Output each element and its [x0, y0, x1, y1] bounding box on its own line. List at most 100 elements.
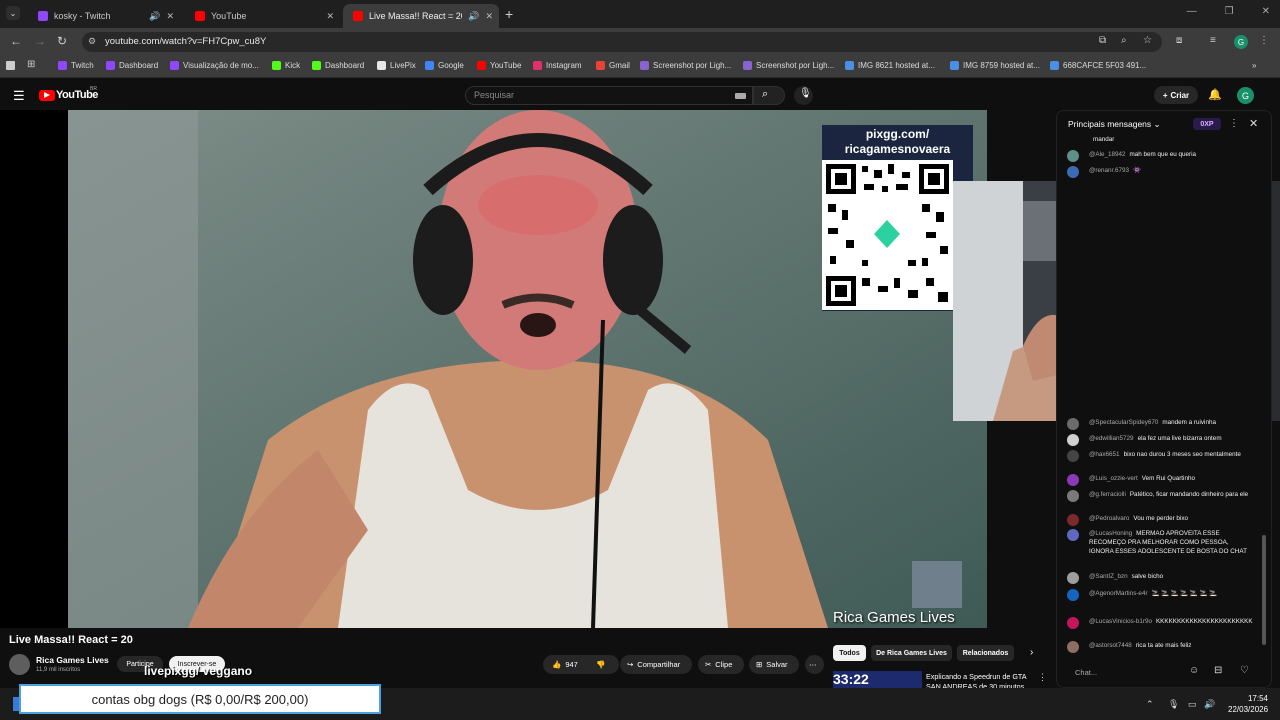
chat-author[interactable]: @edwillian5729	[1089, 435, 1134, 442]
chat-author-avatar[interactable]	[1067, 617, 1079, 629]
notifications-bell-icon[interactable]: 🔔	[1208, 88, 1222, 101]
tab-close-icon[interactable]: ✕	[166, 11, 174, 22]
recommendation-menu-icon[interactable]: ⋮	[1038, 672, 1047, 683]
extensions-icon[interactable]: ⧈	[1176, 35, 1182, 46]
chat-author-avatar[interactable]	[1067, 434, 1079, 446]
share-button[interactable]: ↪ Compartilhar	[627, 655, 680, 674]
chat-message[interactable]: @SantIZ_bzn salve bicho	[1067, 572, 1249, 584]
bookmark-item[interactable]: Screenshot por Ligh...	[640, 61, 731, 70]
bookmark-item[interactable]: Instagram	[533, 61, 582, 70]
cast-icon[interactable]: ⧉	[1099, 35, 1106, 46]
bookmark-item[interactable]: Kick	[272, 61, 300, 70]
chat-author-avatar[interactable]	[1067, 450, 1079, 462]
chat-author[interactable]: @g.ferraciolli	[1089, 491, 1126, 498]
tab-groups-icon[interactable]	[6, 61, 15, 70]
hamburger-menu-icon[interactable]: ☰	[13, 88, 25, 104]
chat-close-icon[interactable]: ✕	[1249, 117, 1258, 130]
super-chat-icon[interactable]: ⊟	[1214, 665, 1222, 676]
media-icon[interactable]: ≡	[1210, 35, 1216, 46]
chat-message[interactable]: @g.ferraciolli Patético, ficar mandando d…	[1067, 490, 1249, 502]
search-icon[interactable]: ⌕	[762, 88, 768, 101]
bookmark-item[interactable]: 668CAFCE 5F03 491...	[1050, 61, 1146, 70]
xp-badge[interactable]: 0XP	[1193, 118, 1221, 130]
bookmark-item[interactable]: Dashboard	[106, 61, 158, 70]
tab-close-icon[interactable]: ✕	[485, 11, 493, 22]
chat-author-avatar[interactable]	[1067, 418, 1079, 430]
chat-author[interactable]: @astorsot7448	[1089, 642, 1132, 649]
channel-avatar[interactable]	[9, 654, 30, 675]
chat-author-avatar[interactable]	[1067, 166, 1079, 178]
chat-author-avatar[interactable]	[1067, 490, 1079, 502]
chat-author[interactable]: @SpectacularSpidey670	[1089, 419, 1158, 426]
bookmark-item[interactable]: IMG 8621 hosted at...	[845, 61, 935, 70]
chat-author-avatar[interactable]	[1067, 474, 1079, 486]
chat-message[interactable]: @AgenorMartins-e4r 🚬 🚬 🚬 🚬 🚬 🚬 🚬	[1067, 589, 1249, 601]
save-button[interactable]: ⊞ Salvar	[756, 655, 788, 674]
site-info-icon[interactable]: ⚙	[88, 36, 96, 47]
chat-message[interactable]: @edwillian5729 ela fez uma live bizarra o…	[1067, 434, 1249, 446]
chat-message[interactable]: @hax6651 bixo nao durou 3 meses seo menta…	[1067, 450, 1249, 462]
chat-message[interactable]: @SpectacularSpidey670 mandem a ruivinha	[1067, 418, 1249, 430]
chat-input[interactable]: Chat...	[1075, 668, 1097, 677]
chat-message[interactable]: @LucasHoning MERMAO APROVEITA ESSE RECOME…	[1067, 529, 1249, 556]
clip-button[interactable]: ✂ Clipe	[705, 655, 732, 674]
taskbar-clock[interactable]: 17:54 22/03/2026	[1228, 693, 1268, 715]
tray-microphone-icon[interactable]: 🎙	[1168, 699, 1179, 710]
tray-chevron-up-icon[interactable]: ⌃	[1146, 699, 1154, 710]
bookmark-item[interactable]: Gmail	[596, 61, 630, 70]
browser-tab-twitch[interactable]: kosky - Twitch 🔊 ✕	[28, 4, 180, 28]
browser-tab-active[interactable]: Live Massa!! React = 20 - Yo 🔊 ✕	[343, 4, 499, 28]
minimize-icon[interactable]: —	[1187, 6, 1197, 17]
chat-author-avatar[interactable]	[1067, 589, 1079, 601]
reload-icon[interactable]: ↻	[57, 34, 67, 48]
microphone-icon[interactable]: 🎙	[799, 88, 812, 99]
chat-author[interactable]: @AgenorMartins-e4r	[1089, 590, 1148, 597]
back-arrow-icon[interactable]: ←	[10, 34, 22, 48]
bookmark-item[interactable]: Twitch	[58, 61, 94, 70]
forward-arrow-icon[interactable]: →	[34, 34, 46, 48]
chat-message[interactable]: @astorsot7448 rica ta ate mais feliz	[1067, 641, 1249, 653]
chip-from-channel[interactable]: De Rica Games Lives	[871, 645, 952, 661]
tray-network-icon[interactable]: ▭	[1188, 699, 1197, 710]
bookmark-item[interactable]: Dashboard	[312, 61, 364, 70]
chat-author-avatar[interactable]	[1067, 572, 1079, 584]
chat-message[interactable]: @LucasVinicios-b1r9o KKKKKKKKKKKKKKKKKKKK…	[1067, 617, 1253, 629]
create-button[interactable]: + Criar	[1154, 86, 1198, 104]
chat-scrollbar[interactable]	[1262, 535, 1266, 645]
speaker-icon[interactable]: 🔊	[468, 11, 479, 22]
menu-dots-icon[interactable]: ⋮	[1259, 35, 1269, 46]
chat-author[interactable]: @LucasVinicios-b1r9o	[1089, 618, 1152, 625]
dislike-button[interactable]: 👎	[596, 655, 605, 674]
bookmarks-overflow-icon[interactable]: »	[1252, 61, 1256, 70]
tab-close-icon[interactable]: ✕	[326, 11, 334, 22]
chat-message[interactable]: @renanr.6793 👾	[1067, 166, 1249, 178]
chevron-right-icon[interactable]: ›	[1030, 647, 1033, 658]
chat-author-avatar[interactable]	[1067, 641, 1079, 653]
bookmark-item[interactable]: Visualização de mo...	[170, 61, 259, 70]
heart-icon[interactable]: ♡	[1240, 665, 1249, 676]
chat-filter-dropdown[interactable]: Principais mensagens ⌄	[1068, 119, 1161, 130]
tab-search-button[interactable]: ⌄	[6, 6, 20, 20]
chat-author-avatar[interactable]	[1067, 150, 1079, 162]
chat-menu-dots-icon[interactable]: ⋮	[1229, 118, 1239, 129]
search-input[interactable]: Pesquisar	[474, 90, 514, 100]
url-text[interactable]: youtube.com/watch?v=FH7Cpw_cu8Y	[105, 36, 266, 47]
chat-message[interactable]: @Luis_ozzie-vert Vem Rui Quartinho	[1067, 474, 1249, 486]
chat-author[interactable]: @SantIZ_bzn	[1089, 573, 1128, 580]
bookmark-item[interactable]: LivePix	[377, 61, 416, 70]
channel-name[interactable]: Rica Games Lives	[36, 655, 109, 665]
chat-message[interactable]: mandar	[1067, 135, 1249, 147]
speaker-icon[interactable]: 🔊	[149, 11, 160, 22]
chip-related[interactable]: Relacionados	[957, 645, 1014, 661]
chat-author[interactable]: @hax6651	[1089, 451, 1120, 458]
keyboard-icon[interactable]	[735, 93, 746, 99]
chip-all[interactable]: Todos	[833, 645, 866, 661]
chat-author[interactable]: @Pedroalvaro	[1089, 515, 1129, 522]
chat-author[interactable]: @LucasHoning	[1089, 530, 1132, 537]
zoom-icon[interactable]: ⌕	[1121, 35, 1127, 46]
star-icon[interactable]: ☆	[1143, 35, 1152, 46]
tray-volume-icon[interactable]: 🔊	[1204, 699, 1215, 710]
profile-avatar[interactable]: G	[1234, 35, 1248, 49]
search-button[interactable]	[753, 86, 785, 105]
new-tab-button[interactable]: +	[505, 6, 513, 22]
